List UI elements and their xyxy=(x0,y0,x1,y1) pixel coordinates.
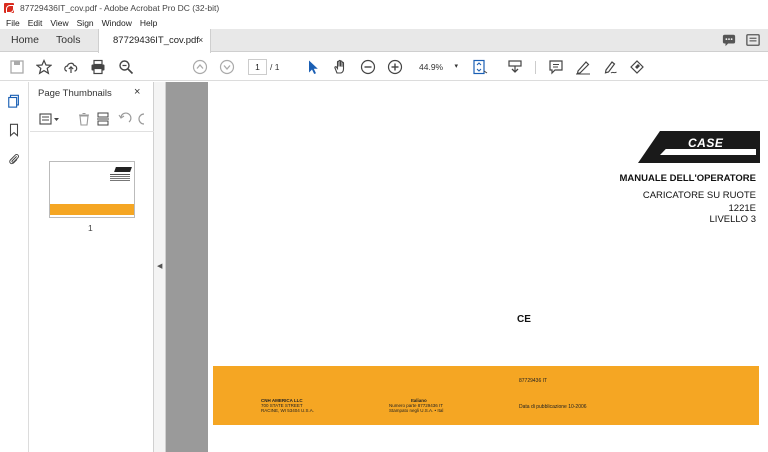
page-thumbnails-icon[interactable] xyxy=(7,94,21,108)
ce-mark: CE xyxy=(517,314,531,325)
panel-collapse-handle[interactable]: ◀ xyxy=(154,82,166,452)
search-zoom-icon[interactable] xyxy=(117,58,135,76)
chevron-down-icon: ▾ xyxy=(454,63,458,70)
part-code: 87729436 IT xyxy=(519,378,548,384)
zoom-level-select[interactable]: 44.9% ▾ xyxy=(414,59,460,75)
print-icon[interactable] xyxy=(89,58,107,76)
level-label: LIVELLO 3 xyxy=(709,214,756,225)
fit-page-icon[interactable] xyxy=(471,58,489,76)
zoom-in-icon[interactable] xyxy=(386,58,404,76)
delete-page-icon[interactable] xyxy=(77,112,91,126)
comment-bubble-icon[interactable] xyxy=(722,33,736,47)
rotate-right-icon[interactable] xyxy=(138,112,152,126)
menu-help[interactable]: Help xyxy=(140,18,157,28)
window-menu-icon[interactable] xyxy=(746,33,760,47)
publisher-city: RACINE, WI 53404 U.S.A. xyxy=(261,408,315,413)
zoom-out-icon[interactable] xyxy=(359,58,377,76)
thumbnail-toolbar xyxy=(30,106,154,132)
hand-tool-icon[interactable] xyxy=(331,58,349,76)
logo-text: CASE xyxy=(688,136,724,150)
manual-subheading: CARICATORE SU RUOTE xyxy=(642,190,756,201)
upload-cloud-icon[interactable] xyxy=(62,58,80,76)
thumbnail-text xyxy=(110,174,130,175)
page-number-input[interactable]: 1 xyxy=(248,59,267,75)
bookmark-star-icon[interactable] xyxy=(35,58,53,76)
navigation-rail xyxy=(0,82,29,452)
edition-print: Stampato negli U.S.A. • Ital xyxy=(389,408,444,413)
tab-tools[interactable]: Tools xyxy=(56,34,81,46)
select-cursor-icon[interactable] xyxy=(304,58,322,76)
manual-heading: MANUALE DELL'OPERATORE xyxy=(619,173,757,184)
zoom-level-value: 44.9% xyxy=(419,62,444,72)
highlight-pen-icon[interactable] xyxy=(574,58,592,76)
tab-document[interactable]: 87729436IT_cov.pdf × xyxy=(98,29,211,53)
fill-sign-icon[interactable] xyxy=(628,58,646,76)
title-bar: 87729436IT_cov.pdf - Adobe Acrobat Pro D… xyxy=(0,0,768,16)
thumbnail-page-label: 1 xyxy=(88,223,93,233)
rotate-left-icon[interactable] xyxy=(118,112,132,126)
menu-bar: File Edit View Sign Window Help xyxy=(0,16,768,29)
page-total: / 1 xyxy=(270,62,280,72)
cover-footer-band: 87729436 IT CNH AMERICA LLC 700 STATE ST… xyxy=(213,366,759,425)
document-viewport[interactable]: CASE MANUALE DELL'OPERATORE CARICATORE S… xyxy=(166,82,768,452)
panel-close-button[interactable]: × xyxy=(134,86,140,98)
thumbnail-options-icon[interactable] xyxy=(39,112,61,126)
bookmarks-icon[interactable] xyxy=(7,123,21,137)
acrobat-app-icon xyxy=(4,3,14,13)
toolbar: 1 / 1 44.9% ▾ xyxy=(0,53,768,81)
draw-sign-icon[interactable] xyxy=(601,58,619,76)
tab-document-label: 87729436IT_cov.pdf xyxy=(113,35,199,46)
window-title: 87729436IT_cov.pdf - Adobe Acrobat Pro D… xyxy=(20,3,220,13)
attachments-paperclip-icon[interactable] xyxy=(7,152,21,166)
scroll-mode-icon[interactable] xyxy=(506,58,524,76)
page-thumbnail[interactable] xyxy=(49,161,135,218)
tab-strip: Home Tools 87729436IT_cov.pdf × xyxy=(0,29,768,53)
collapse-arrow-icon: ◀ xyxy=(157,263,163,270)
pdf-page: CASE MANUALE DELL'OPERATORE CARICATORE S… xyxy=(208,82,768,452)
thumbnail-band xyxy=(50,204,134,215)
tab-close-button[interactable]: × xyxy=(198,35,203,45)
case-logo: CASE xyxy=(638,131,760,163)
comment-icon[interactable] xyxy=(547,58,565,76)
thumbnails-panel: Page Thumbnails × 1 xyxy=(30,82,154,452)
tab-home[interactable]: Home xyxy=(11,34,39,46)
menu-file[interactable]: File xyxy=(6,18,20,28)
insert-page-icon[interactable] xyxy=(96,112,110,126)
publication-date: Data di pubblicazione 10-2006 xyxy=(519,404,587,410)
model-number: 1221E xyxy=(728,203,756,214)
thumbnail-logo xyxy=(114,167,132,172)
menu-view[interactable]: View xyxy=(50,18,68,28)
save-icon[interactable] xyxy=(8,58,26,76)
menu-sign[interactable]: Sign xyxy=(77,18,94,28)
panel-title: Page Thumbnails xyxy=(38,88,112,99)
toolbar-divider xyxy=(535,61,536,74)
menu-edit[interactable]: Edit xyxy=(28,18,43,28)
next-page-icon[interactable] xyxy=(218,58,236,76)
previous-page-icon[interactable] xyxy=(191,58,209,76)
menu-window[interactable]: Window xyxy=(102,18,132,28)
